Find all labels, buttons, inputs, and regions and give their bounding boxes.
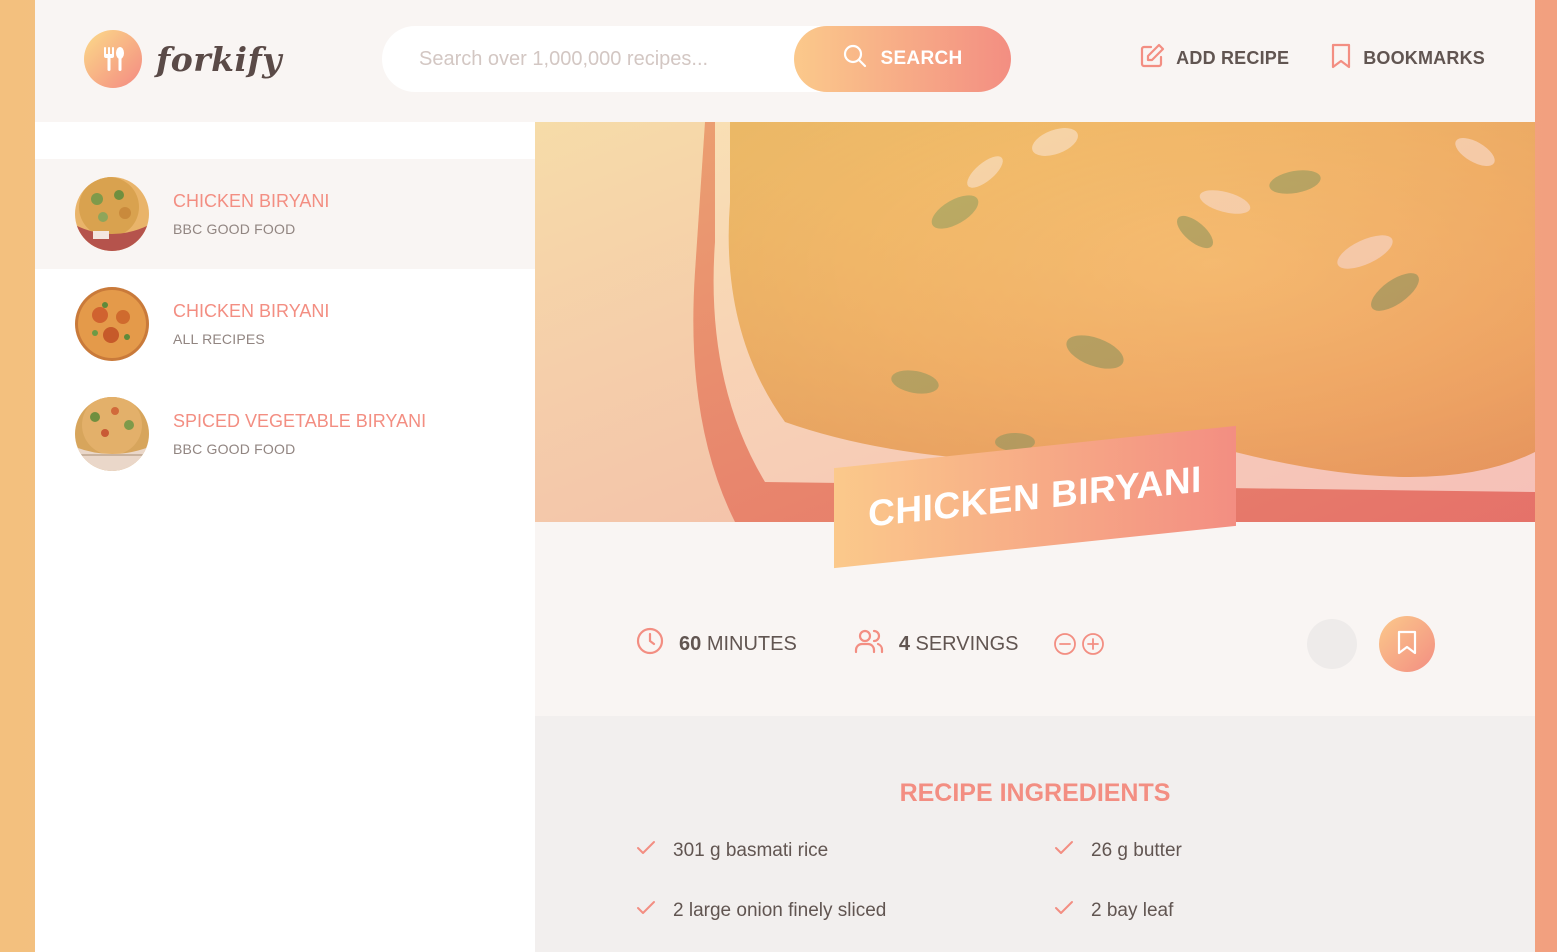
search-button[interactable]: SEARCH [794, 26, 1011, 92]
clock-icon [635, 626, 665, 662]
plus-circle-icon [1081, 633, 1105, 659]
cooking-time-value: 60 [679, 632, 702, 655]
minus-circle-icon [1053, 633, 1077, 659]
ingredient-text: 2 bay leaf [1091, 900, 1174, 921]
bookmarks-button[interactable]: BOOKMARKS [1329, 42, 1485, 75]
result-text: CHICKEN BIRYANI BBC GOOD FOOD [173, 191, 329, 237]
recipe-title-text: CHICKEN BIRYANI [868, 458, 1202, 535]
recipe-view: CHICKEN BIRYANI 60 MINUTES 4 SERVINGS RE… [535, 122, 1535, 952]
header: forkify SEARCH [35, 0, 1535, 122]
logo[interactable]: forkify [84, 30, 282, 88]
add-recipe-label: ADD RECIPE [1176, 48, 1290, 68]
ingredient-item: 301 g basmati rice [635, 838, 1053, 864]
bookmarks-label: BOOKMARKS [1363, 48, 1485, 68]
ingredient-item: 26 g butter [1053, 838, 1433, 864]
header-nav: ADD RECIPE BOOKMARKS [1138, 42, 1485, 75]
result-publisher: BBC GOOD FOOD [173, 441, 296, 457]
search-button-label: SEARCH [880, 48, 963, 69]
check-icon [635, 838, 657, 864]
recipe-figure: CHICKEN BIRYANI [535, 122, 1535, 569]
cooking-time-unit: MINUTES [706, 632, 797, 655]
result-thumbnail [75, 177, 149, 251]
result-item[interactable]: SPICED VEGETABLE BIRYANI BBC GOOD FOOD [35, 379, 535, 489]
ingredient-item: 2 large onion finely sliced [635, 898, 1053, 924]
search-form: SEARCH [382, 26, 1011, 92]
search-results: CHICKEN BIRYANI BBC GOOD FOOD CHICKEN BI… [35, 122, 535, 952]
increase-servings-button[interactable] [1081, 632, 1105, 656]
results-list: CHICKEN BIRYANI BBC GOOD FOOD CHICKEN BI… [35, 159, 535, 489]
result-text: SPICED VEGETABLE BIRYANI BBC GOOD FOOD [173, 411, 426, 457]
result-item[interactable]: CHICKEN BIRYANI BBC GOOD FOOD [35, 159, 535, 269]
bookmark-icon [1396, 630, 1418, 659]
result-publisher: ALL RECIPES [173, 331, 265, 347]
servings: 4 SERVINGS [853, 626, 1105, 662]
recipe-ingredients: RECIPE INGREDIENTS 301 g basmati rice 26… [535, 716, 1535, 952]
cooking-time: 60 MINUTES [635, 626, 797, 662]
search-icon [842, 43, 868, 75]
edit-icon [1138, 42, 1166, 75]
add-recipe-button[interactable]: ADD RECIPE [1138, 42, 1289, 75]
user-generated-indicator [1307, 619, 1357, 669]
ingredient-text: 2 large onion finely sliced [673, 900, 887, 921]
result-title: SPICED VEGETABLE BIRYANI [173, 411, 427, 431]
app-container: forkify SEARCH [35, 0, 1535, 952]
ingredient-text: 301 g basmati rice [673, 840, 829, 861]
result-text: CHICKEN BIRYANI ALL RECIPES [173, 301, 329, 347]
servings-unit: SERVINGS [915, 632, 1019, 655]
fork-knife-icon [84, 30, 142, 88]
servings-controls [1053, 632, 1105, 656]
result-thumbnail [75, 287, 149, 361]
search-input[interactable] [419, 47, 779, 71]
check-icon [1053, 898, 1075, 924]
check-icon [635, 898, 657, 924]
servings-value: 4 [898, 632, 910, 655]
users-icon [853, 626, 885, 662]
ingredients-heading: RECIPE INGREDIENTS [899, 779, 1171, 807]
check-icon [1053, 838, 1075, 864]
decrease-servings-button[interactable] [1053, 632, 1077, 656]
logo-text: forkify [156, 39, 282, 79]
bookmark-icon [1329, 42, 1353, 75]
result-thumbnail [75, 397, 149, 471]
result-title: CHICKEN BIRYANI [173, 301, 330, 321]
ingredient-list: 301 g basmati rice 26 g butter 2 large o… [635, 838, 1535, 924]
ingredient-item: 2 bay leaf [1053, 898, 1433, 924]
recipe-details: 60 MINUTES 4 SERVINGS [635, 616, 1435, 672]
ingredient-text: 26 g butter [1091, 840, 1182, 861]
result-publisher: BBC GOOD FOOD [173, 221, 296, 237]
result-item[interactable]: CHICKEN BIRYANI ALL RECIPES [35, 269, 535, 379]
result-title: CHICKEN BIRYANI [173, 191, 330, 211]
bookmark-recipe-button[interactable] [1379, 616, 1435, 672]
